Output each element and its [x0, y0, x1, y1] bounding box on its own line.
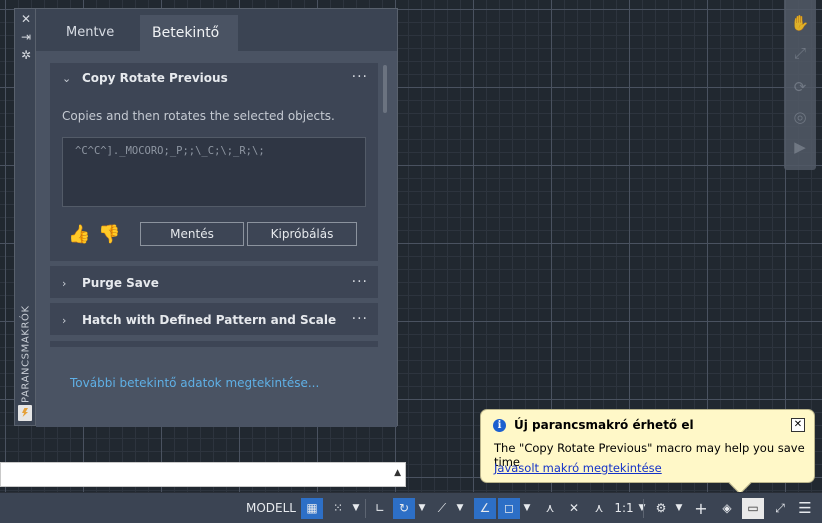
chevron-down-icon[interactable]: ▼: [454, 498, 466, 519]
thumbs-up-icon[interactable]: 👍: [68, 224, 90, 245]
macro-app-icon: [18, 405, 32, 421]
annotation-visibility-icon[interactable]: ⋏: [539, 498, 561, 519]
macro-description: Copies and then rotates the selected obj…: [62, 109, 335, 123]
chevron-down-icon[interactable]: ▼: [673, 498, 685, 519]
isolate-objects-icon[interactable]: ◈: [716, 498, 738, 519]
scale-label[interactable]: 1:1: [613, 498, 635, 519]
macro-row-purge-save[interactable]: › Purge Save ···: [50, 266, 378, 298]
more-insights-link[interactable]: További betekintő adatok megtekintése...: [70, 376, 319, 390]
try-button[interactable]: Kipróbálás: [247, 222, 357, 246]
palette-title: PARANCSMAKRÓK: [20, 305, 32, 403]
macro-card-header[interactable]: ⌄ Copy Rotate Previous ···: [50, 63, 378, 95]
more-options-button[interactable]: ···: [352, 69, 368, 85]
dynamic-input-icon[interactable]: ↻: [393, 498, 415, 519]
annotation-scale-icon[interactable]: ⋏: [588, 498, 610, 519]
ortho-icon[interactable]: ⟋: [431, 498, 453, 519]
more-options-button[interactable]: ···: [352, 274, 368, 290]
balloon-tail: [728, 471, 752, 495]
snap-icon[interactable]: ⁙: [327, 498, 349, 519]
menu-icon[interactable]: ☰: [794, 498, 816, 519]
divider: [643, 499, 644, 518]
close-button[interactable]: ✕: [791, 418, 805, 432]
fullscreen-icon[interactable]: ⤢: [769, 498, 791, 519]
tab-saved[interactable]: Mentve: [54, 15, 140, 51]
thumbs-down-icon[interactable]: 👎: [98, 224, 120, 245]
expand-up-icon[interactable]: ▲: [394, 468, 401, 478]
notification-title: Új parancsmakró érhető el: [514, 418, 694, 432]
macro-row-partial: [50, 341, 378, 347]
scrollbar[interactable]: [383, 65, 387, 113]
chevron-down-icon[interactable]: ▼: [416, 498, 428, 519]
macro-card: ⌄ Copy Rotate Previous ··· Copies and th…: [50, 63, 378, 261]
view-suggested-macro-link[interactable]: Javasolt makró megtekintése: [494, 461, 662, 475]
plus-icon[interactable]: +: [690, 498, 712, 519]
chevron-down-icon[interactable]: ▼: [636, 498, 648, 519]
pan-hand-icon[interactable]: ✋: [790, 14, 810, 34]
tab-insights[interactable]: Betekintő …: [140, 15, 238, 77]
tab-content: ⌄ Copy Rotate Previous ··· Copies and th…: [36, 51, 397, 427]
grid-icon[interactable]: ▦: [301, 498, 323, 519]
chevron-right-icon[interactable]: ›: [62, 314, 66, 327]
macro-panel: Mentve Betekintő … ⌄ Copy Rotate Previou…: [36, 8, 398, 427]
pin-icon[interactable]: ⇥: [19, 30, 33, 44]
palette-strip: ✕ ⇥ ✲ PARANCSMAKRÓK: [14, 8, 36, 426]
macro-row-title: Hatch with Defined Pattern and Scale: [82, 313, 337, 327]
more-options-button[interactable]: ···: [352, 311, 368, 327]
close-icon[interactable]: ✕: [19, 12, 33, 26]
save-button[interactable]: Mentés: [140, 222, 244, 246]
gear-icon[interactable]: ⚙: [650, 498, 672, 519]
polar-tracking-icon[interactable]: ∠: [474, 498, 496, 519]
command-line[interactable]: ▲: [0, 462, 406, 487]
infer-constraints-icon[interactable]: ∟: [369, 498, 391, 519]
macro-card-title: Copy Rotate Previous: [82, 71, 228, 85]
model-space-button[interactable]: MODELL: [245, 498, 297, 519]
macro-row-title: Purge Save: [82, 276, 159, 290]
macro-text-field[interactable]: ^C^C^]._MOCORO;_P;;\_C;\;_R;\;: [62, 137, 366, 207]
chevron-down-icon[interactable]: ⌄: [62, 72, 71, 85]
chevron-right-icon[interactable]: ›: [62, 277, 66, 290]
notification-balloon: i Új parancsmakró érhető el ✕ The "Copy …: [480, 409, 815, 495]
navigation-bar[interactable]: ✋ ⤢ ⟳ ◎ ▶: [784, 0, 816, 170]
chevron-down-icon[interactable]: ▼: [350, 498, 362, 519]
status-bar: MODELL ▦ ⁙ ▼ ∟ ↻ ▼ ⟋ ▼ ∠ ◻ ▼ ⋏ ✕ ⋏ 1:1 ▼…: [0, 492, 822, 523]
info-icon: i: [493, 419, 506, 432]
tab-bar: Mentve Betekintő …: [36, 9, 397, 77]
divider: [365, 499, 366, 518]
chevron-down-icon[interactable]: ▼: [521, 498, 533, 519]
object-snap-icon[interactable]: ◻: [498, 498, 520, 519]
macro-insight-icon[interactable]: ▭: [742, 498, 764, 519]
settings-icon[interactable]: ✲: [19, 48, 33, 62]
auto-scale-icon[interactable]: ✕: [563, 498, 585, 519]
zoom-extents-icon[interactable]: ⤢: [790, 44, 810, 64]
orbit-icon[interactable]: ⟳: [790, 78, 810, 98]
steering-wheel-icon[interactable]: ◎: [790, 108, 810, 128]
showmotion-icon[interactable]: ▶: [790, 138, 810, 158]
macro-row-hatch[interactable]: › Hatch with Defined Pattern and Scale ·…: [50, 303, 378, 335]
